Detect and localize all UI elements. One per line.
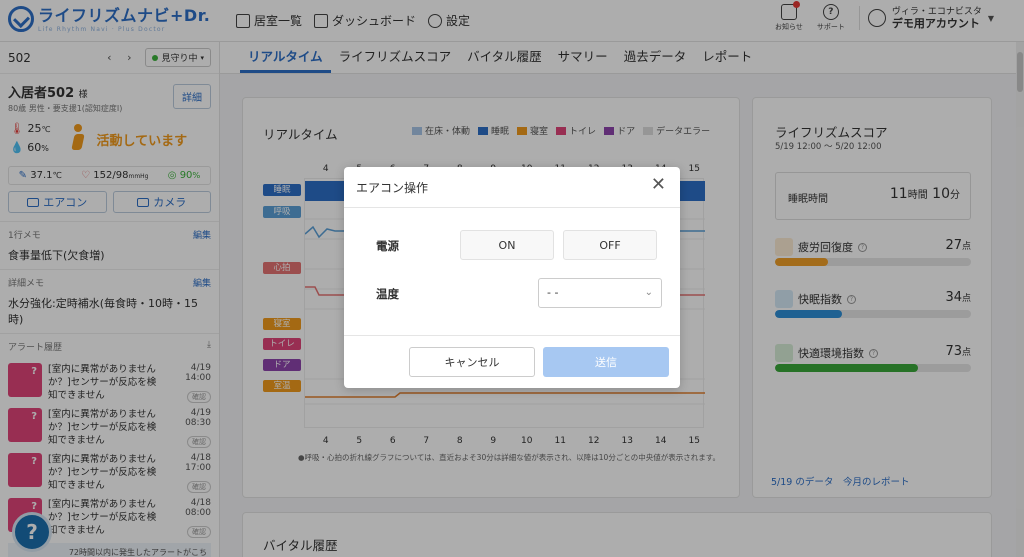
chevron-down-icon: ⌄ — [644, 287, 653, 298]
power-on-button[interactable]: ON — [460, 230, 554, 260]
power-label: 電源 — [376, 239, 399, 253]
modal-divider-bottom — [344, 335, 680, 336]
temperature-select[interactable]: - - ⌄ — [538, 278, 662, 308]
modal-divider-top — [344, 207, 680, 208]
cancel-button[interactable]: キャンセル — [409, 347, 535, 377]
power-off-button[interactable]: OFF — [563, 230, 657, 260]
aircon-control-modal: エアコン操作 ✕ 電源 ON OFF 温度 - - ⌄ キャンセル 送信 — [344, 167, 680, 388]
modal-title: エアコン操作 — [356, 181, 429, 195]
send-button[interactable]: 送信 — [543, 347, 669, 377]
close-icon[interactable]: ✕ — [651, 176, 666, 194]
temperature-label: 温度 — [376, 287, 399, 301]
